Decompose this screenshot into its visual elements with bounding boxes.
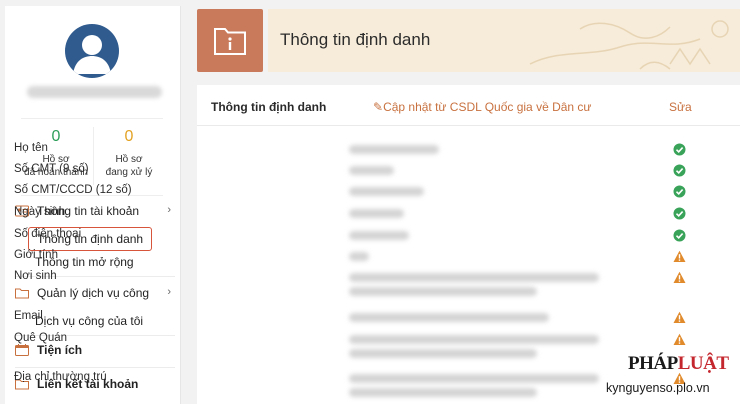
field-label: Nơi sinh [14,270,57,282]
warning-icon [673,333,686,345]
card-header: Thông tin định danh ✎Cập nhật từ CSDL Qu… [197,85,740,126]
field-label: Email [14,310,43,322]
watermark-logo: PHÁPLUẬT [628,353,729,374]
menu-public-services-label: Quản lý dịch vụ công [37,286,150,300]
stat-processing-label-2: đang xử lý [105,167,153,178]
check-circle-icon [673,185,686,198]
check-circle-icon [673,164,686,177]
sub-item-my-services[interactable]: Dịch vụ công của tôi [35,311,143,331]
field-value-redacted [349,145,439,154]
check-circle-icon [673,143,686,156]
stat-processing[interactable]: 0 Hồ sơ đang xử lý [93,127,164,185]
field-value-redacted [349,313,549,322]
field-label: Giới tính [14,249,58,261]
warning-icon [673,271,686,283]
folder-icon [15,288,29,299]
field-label: Quê Quán [14,332,68,344]
menu-public-services[interactable]: Quản lý dịch vụ công › [15,282,175,304]
field-value-redacted [349,209,404,218]
page-header: Thông tin định danh [268,9,740,72]
field-value-redacted [349,374,599,383]
field-value-redacted [349,388,537,397]
stat-processing-value: 0 [124,128,134,145]
page-title: Thông tin định danh [280,30,431,49]
stat-processing-label-1: Hồ sơ [115,154,143,165]
field-value-redacted [349,287,537,296]
field-label: Địa chỉ thường trú [14,371,107,383]
warning-icon [673,311,686,323]
calendar-icon [15,344,29,356]
update-link-label: Cập nhật từ CSDL Quốc gia về Dân cư [383,100,592,114]
decorative-pattern [529,20,729,70]
chevron-right-icon: › [167,286,171,298]
divider [15,367,175,368]
user-name-redacted [27,86,162,98]
header-folder-icon [197,9,263,72]
field-value-redacted [349,273,599,282]
field-value-redacted [349,252,369,261]
watermark-url: kynguyenso.plo.vn [606,381,710,395]
chevron-right-icon: › [167,204,171,216]
field-value-redacted [349,166,394,175]
menu-utilities-label: Tiện ích [37,343,83,357]
field-value-redacted [349,187,424,196]
sidebar: 0 Hồ sơ đã hoàn thành 0 Hồ sơ đang xử lý… [5,6,181,404]
folder-info-icon [214,27,246,55]
edit-link[interactable]: Sửa [669,100,692,114]
field-label: Số điện thoại [14,228,82,240]
check-circle-icon [673,207,686,220]
card-title: Thông tin định danh [211,100,327,114]
warning-icon [673,250,686,262]
user-icon [73,35,111,74]
avatar[interactable] [65,24,119,78]
field-label: Ngày sinh [14,206,66,218]
pencil-icon: ✎ [373,100,384,114]
field-value-redacted [349,349,537,358]
field-value-redacted [349,335,599,344]
update-from-national-db-link[interactable]: ✎Cập nhật từ CSDL Quốc gia về Dân cư [373,100,591,114]
check-circle-icon [673,229,686,242]
field-label: Số CMT (9 số) [14,163,89,175]
field-label: Số CMT/CCCD (12 số) [14,184,132,196]
field-label: Họ tên [14,142,48,154]
field-value-redacted [349,231,409,240]
